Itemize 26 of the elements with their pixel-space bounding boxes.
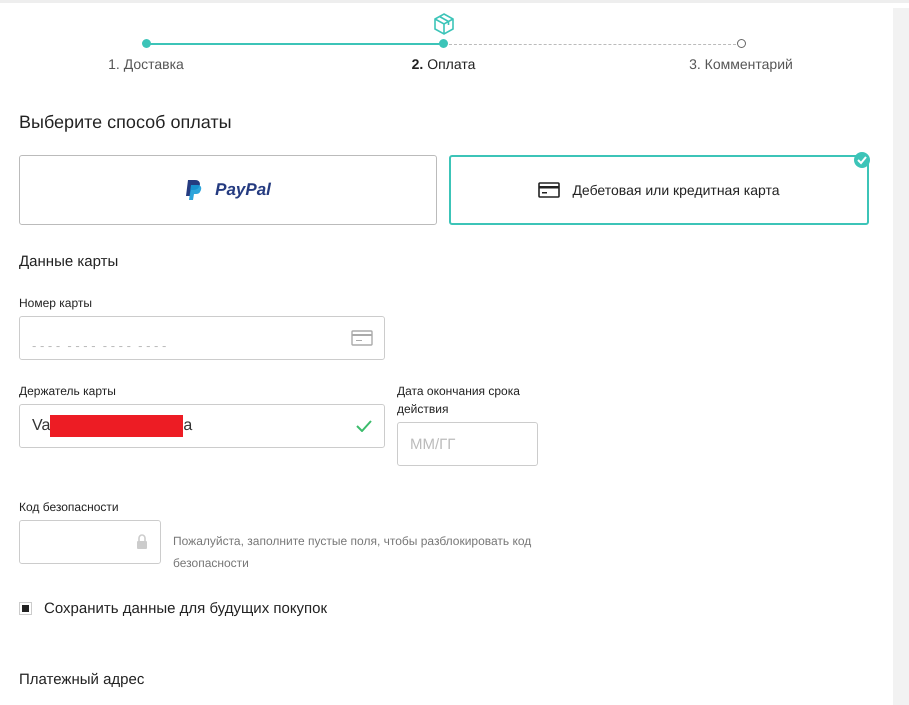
section-heading: Платежный адрес xyxy=(19,671,146,688)
payment-method-option[interactable]: Дебетовая или кредитная карта xyxy=(449,155,869,225)
card-number-field[interactable]: - - - - - - - - - - - - - - - - xyxy=(19,316,385,360)
section-heading: Данные карты xyxy=(19,253,120,270)
box-icon xyxy=(432,12,456,36)
paypal-logo-icon xyxy=(185,179,204,201)
expiry-field[interactable]: ММ/ГГ xyxy=(397,422,538,466)
cardholder-value-end: a xyxy=(183,417,192,435)
credit-card-icon xyxy=(538,182,560,198)
step-label[interactable]: 3. Комментарий xyxy=(689,56,793,72)
cardholder-value-start: Va xyxy=(32,417,50,435)
checkmark-badge-icon xyxy=(853,151,871,169)
cardholder-field[interactable]: Va a xyxy=(19,404,385,448)
field-label: Держатель карты xyxy=(19,384,117,398)
step-label[interactable]: 1. Доставка xyxy=(108,56,184,72)
section-title: Выберите способ оплаты xyxy=(19,112,233,133)
checkbox-label: Сохранить данные для будущих покупок xyxy=(44,600,328,617)
field-label: Дата окончания срока действия xyxy=(397,383,521,418)
field-label: Код безопасности xyxy=(19,500,120,514)
hint-text: Пожалуйста, заполните пустые поля, чтобы разблокировать код безопасности xyxy=(173,533,532,572)
security-code-field[interactable] xyxy=(19,520,161,564)
checkbox[interactable] xyxy=(19,602,32,615)
field-label: Номер карты xyxy=(19,296,93,310)
step-label[interactable]: 2. Оплата xyxy=(412,56,476,72)
payment-method-option[interactable]: PayPal xyxy=(19,155,437,225)
credit-card-icon xyxy=(351,330,373,346)
